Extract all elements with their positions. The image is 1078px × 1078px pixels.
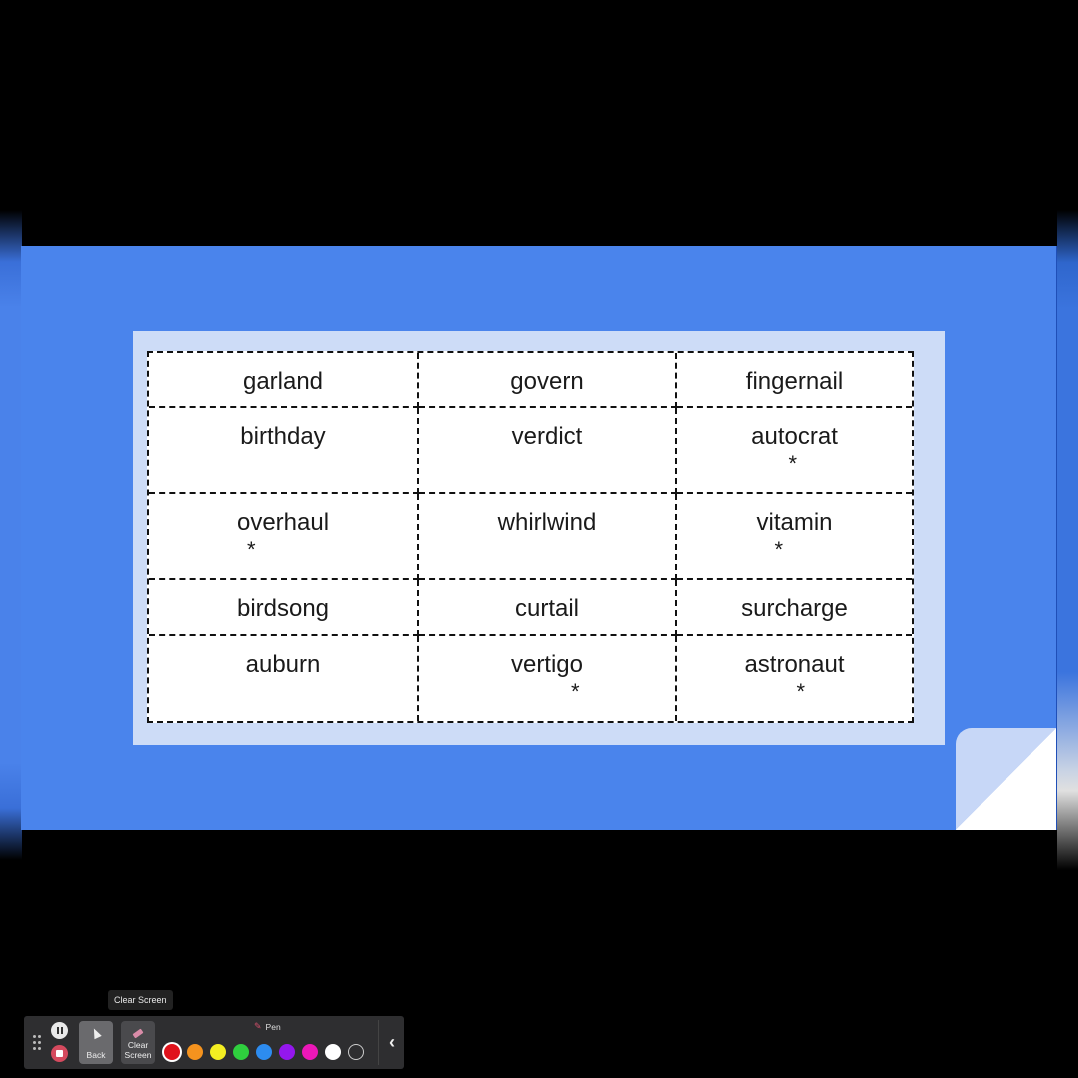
color-swatches [164,1044,364,1060]
asterisk-mark: * [571,679,580,704]
toolbar-divider [378,1020,379,1065]
pen-label: Pen [265,1021,281,1032]
word-grid: garland govern fingernail birthday verdict au… [147,351,914,723]
tooltip-clear-screen: Clear Screen [108,990,173,1010]
color-swatch-none[interactable] [348,1044,364,1060]
word-text: govern [510,368,584,395]
word-cell: govern [419,353,677,408]
asterisk-mark: * [796,679,806,704]
word-cell: fingernail [677,353,912,408]
word-cell: overhaul * [149,494,419,580]
pause-button[interactable] [51,1022,68,1039]
word-text: curtail [514,595,580,622]
asterisk-mark: * [247,537,256,562]
left-edge-glow [0,210,22,860]
word-text: surcharge [741,595,848,622]
word-text: verdict [511,423,583,450]
color-swatch-purple[interactable] [279,1044,295,1060]
annotation-toolbar: Back Clear Screen ✎ Pen ‹ [24,1016,404,1069]
word-text: birthday [240,423,326,450]
pen-indicator: ✎ Pen [254,1021,281,1032]
word-cell: astronaut * [677,636,912,721]
word-cell: whirlwind [419,494,677,580]
clear-screen-label: Clear Screen [124,1040,152,1060]
word-text: vitamin [756,509,833,536]
right-edge-glow [1057,210,1078,870]
word-text: whirlwind [497,509,597,536]
word-cell: curtail [419,580,677,636]
back-button[interactable]: Back [79,1021,113,1064]
stop-button[interactable] [51,1045,68,1062]
word-cell: auburn [149,636,419,721]
chevron-left-icon[interactable]: ‹ [384,1030,400,1054]
word-text: fingernail [745,368,844,395]
word-cell: vertigo * [419,636,677,721]
word-text: vertigo [510,651,584,678]
color-swatch-red[interactable] [164,1044,180,1060]
cursor-icon [79,1026,113,1040]
color-swatch-white[interactable] [325,1044,341,1060]
presentation-slide: garland govern fingernail birthday verdict au… [21,246,1057,830]
word-text: garland [242,368,324,395]
asterisk-mark: * [788,451,798,476]
word-cell: verdict [419,408,677,494]
page-curl-corner[interactable] [956,728,1056,830]
word-text: astronaut [744,651,845,678]
word-panel: garland govern fingernail birthday verdict au… [133,331,945,745]
word-cell: birdsong [149,580,419,636]
word-cell: autocrat * [677,408,912,494]
drag-handle-icon[interactable] [33,1035,41,1051]
color-swatch-yellow[interactable] [210,1044,226,1060]
back-label: Back [86,1050,106,1060]
color-swatch-orange[interactable] [187,1044,203,1060]
word-text: birdsong [236,595,330,622]
asterisk-mark: * [774,537,784,562]
clear-screen-button[interactable]: Clear Screen [121,1021,155,1064]
eraser-icon [121,1028,155,1039]
word-text: autocrat [751,423,838,450]
word-text: overhaul [236,509,330,536]
color-swatch-green[interactable] [233,1044,249,1060]
word-cell: birthday [149,408,419,494]
word-cell: vitamin * [677,494,912,580]
word-cell: surcharge [677,580,912,636]
color-swatch-blue[interactable] [256,1044,272,1060]
color-swatch-magenta[interactable] [302,1044,318,1060]
word-text: auburn [245,651,321,678]
pen-icon: ✎ [254,1021,262,1031]
word-cell: garland [149,353,419,408]
